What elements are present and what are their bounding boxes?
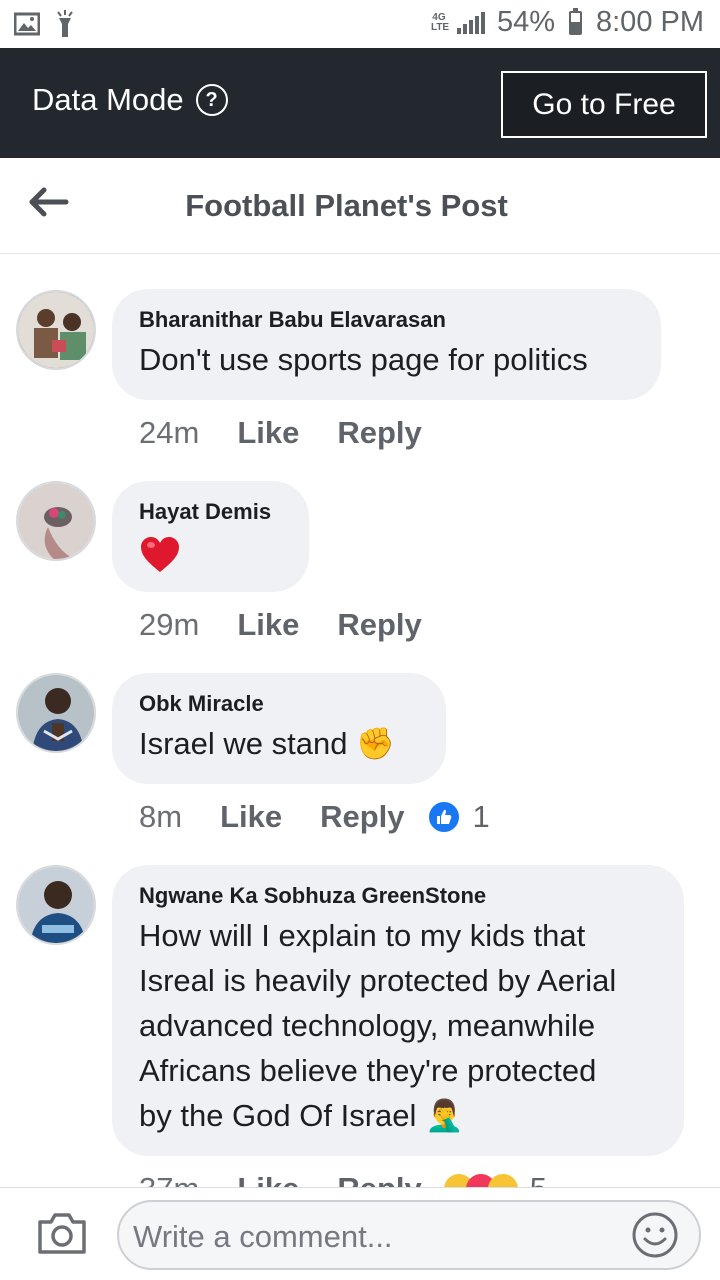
comment-bubble[interactable]: Ngwane Ka Sobhuza GreenStone How will I …: [112, 865, 684, 1156]
like-button[interactable]: Like: [237, 415, 299, 451]
data-mode-banner: Data Mode ? Go to Free: [0, 48, 720, 158]
comment-time: 37m: [139, 1171, 199, 1187]
avatar[interactable]: [16, 673, 96, 753]
gallery-icon: [14, 12, 40, 36]
comment-text-line: Isreal is heavily protected by Aerial: [139, 963, 617, 998]
flashlight-icon: [57, 10, 73, 37]
reply-button[interactable]: Reply: [337, 415, 421, 451]
reaction-icons[interactable]: [443, 1174, 518, 1187]
go-to-free-button[interactable]: Go to Free: [501, 71, 707, 138]
heart-emoji-icon: [141, 536, 179, 572]
comment-actions: 8m Like Reply 1: [139, 799, 490, 835]
like-button[interactable]: Like: [220, 799, 282, 835]
comment-actions: 37m Like Reply 5: [139, 1171, 547, 1187]
like-reaction-icon[interactable]: [426, 800, 461, 834]
comment-bubble[interactable]: Bharanithar Babu Elavarasan Don't use sp…: [112, 289, 661, 400]
emoji-smiley-icon[interactable]: [631, 1211, 679, 1259]
battery-percent: 54%: [496, 6, 555, 38]
comment-bubble[interactable]: Hayat Demis: [112, 481, 309, 592]
comment-author[interactable]: Obk Miracle: [139, 691, 420, 717]
comment-input-placeholder: Write a comment...: [133, 1219, 393, 1254]
comment-text-line: Africans believe they're protected: [139, 1053, 597, 1088]
reply-button[interactable]: Reply: [337, 607, 421, 643]
comment-author[interactable]: Hayat Demis: [139, 499, 283, 525]
comment-time: 29m: [139, 607, 200, 642]
reaction-count[interactable]: 1: [473, 799, 490, 835]
comment-author[interactable]: Ngwane Ka Sobhuza GreenStone: [139, 883, 658, 909]
data-mode-label: Data Mode ?: [32, 82, 228, 118]
reaction-count[interactable]: 5: [530, 1171, 547, 1187]
comment-author[interactable]: Bharanithar Babu Elavarasan: [139, 307, 635, 333]
reply-button[interactable]: Reply: [337, 1171, 421, 1187]
avatar[interactable]: [16, 290, 96, 370]
comment-text-line: How will I explain to my kids that: [139, 918, 586, 953]
comment-actions: 29m Like Reply: [139, 607, 422, 643]
comment-text: Israel we stand ✊: [139, 726, 395, 761]
clock: 8:00 PM: [596, 6, 704, 38]
comment-text-line: by the God Of Israel 🤦‍♂️: [139, 1098, 464, 1133]
help-icon[interactable]: ?: [195, 84, 228, 116]
wow-reaction-icon: [487, 1174, 518, 1187]
like-button[interactable]: Like: [237, 607, 299, 643]
page-header: Football Planet's Post: [0, 158, 720, 254]
comment-text-line: advanced technology, meanwhile: [139, 1008, 596, 1043]
status-bar: 4G LTE 54% 8:00 PM: [0, 0, 720, 48]
comment-text: Don't use sports page for politics: [139, 342, 588, 377]
signal-icon: [456, 11, 485, 34]
comment-list[interactable]: Bharanithar Babu Elavarasan Don't use sp…: [0, 255, 720, 1187]
comment-text: [139, 529, 283, 574]
avatar[interactable]: [16, 481, 96, 561]
comment-time: 8m: [139, 799, 183, 834]
reply-button[interactable]: Reply: [320, 799, 404, 835]
battery-icon: [569, 7, 582, 35]
page-title: Football Planet's Post: [185, 188, 508, 223]
comment-bubble[interactable]: Obk Miracle Israel we stand ✊: [112, 673, 446, 784]
network-type: 4G LTE: [430, 11, 450, 33]
comment-time: 24m: [139, 415, 200, 450]
like-button[interactable]: Like: [237, 1171, 299, 1187]
camera-icon[interactable]: [36, 1210, 88, 1256]
comment-input[interactable]: Write a comment...: [117, 1200, 701, 1270]
data-mode-text: Data Mode: [32, 82, 184, 117]
comment-composer: Write a comment...: [0, 1187, 720, 1280]
avatar[interactable]: [16, 865, 96, 945]
comment-actions: 24m Like Reply: [139, 415, 422, 451]
